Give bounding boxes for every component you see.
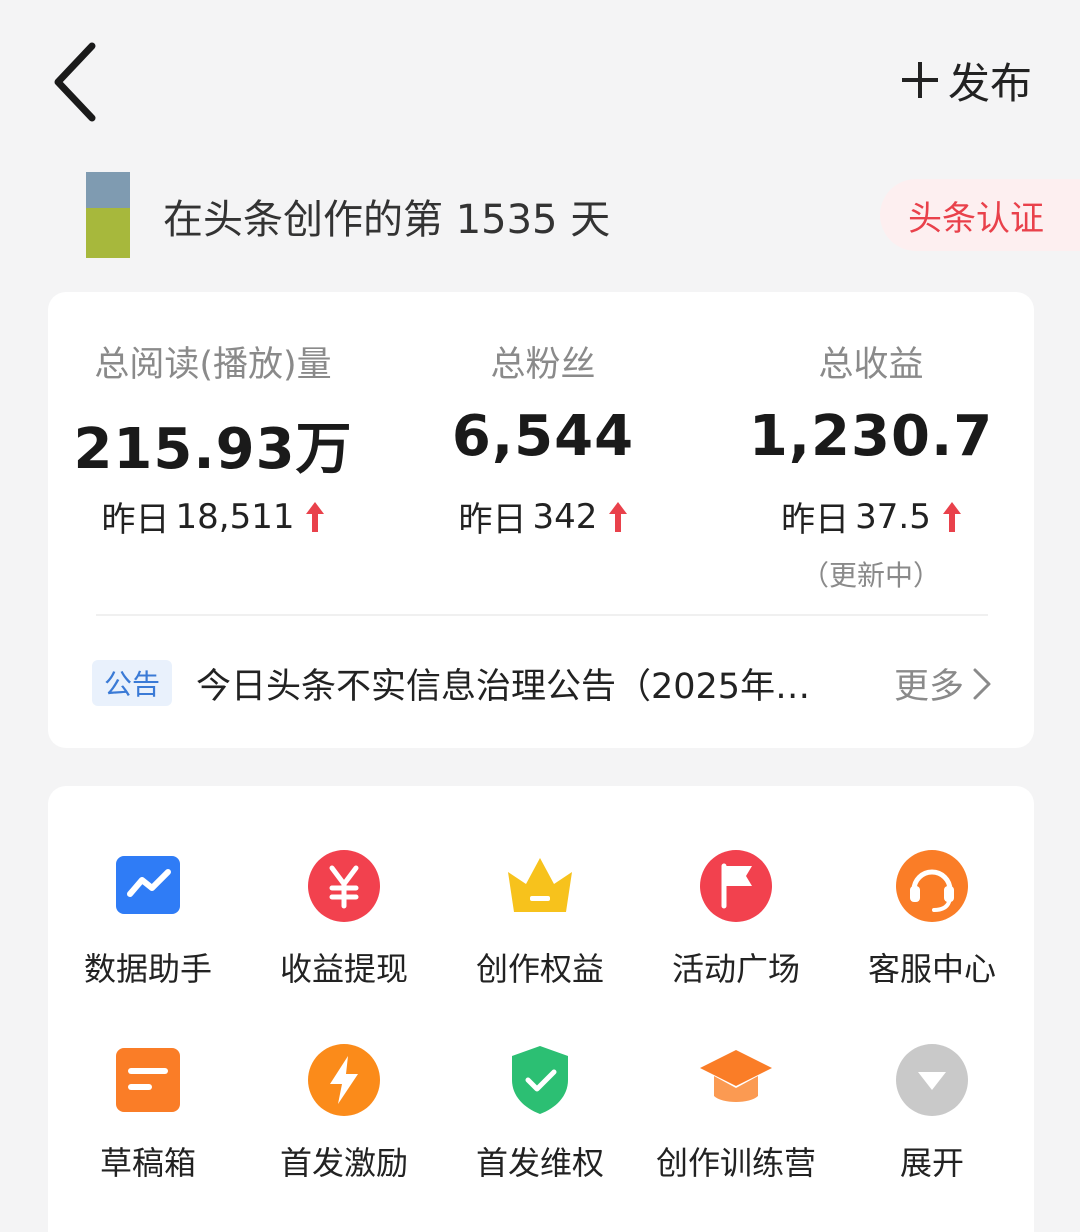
- stat-value: 215.93万: [73, 417, 353, 482]
- tool-creator-benefits[interactable]: 创作权益: [450, 848, 630, 998]
- tool-label: 客服中心: [867, 950, 996, 988]
- publish-label: 发布: [947, 58, 1032, 108]
- avatar[interactable]: [86, 172, 130, 258]
- more-label: 更多: [893, 667, 964, 707]
- tool-withdraw-earnings[interactable]: 收益提现: [254, 848, 434, 998]
- tool-label: 创作权益: [475, 950, 604, 988]
- yuan-icon: [308, 850, 380, 922]
- crown-icon: [508, 858, 572, 912]
- up-arrow-icon: [306, 501, 325, 532]
- draft-icon: [116, 1048, 180, 1112]
- stat-value: 1,230.7: [748, 404, 994, 469]
- notice-tag: 公告: [92, 660, 172, 706]
- tool-first-release-rights[interactable]: 首发维权: [450, 1042, 630, 1192]
- chart-icon: [116, 856, 180, 914]
- tool-data-assistant[interactable]: 数据助手: [58, 848, 238, 998]
- plus-icon: [901, 62, 938, 98]
- up-arrow-icon: [942, 501, 961, 532]
- notice-text[interactable]: 今日头条不实信息治理公告（2025年…: [196, 658, 846, 709]
- tool-activity-plaza[interactable]: 活动广场: [646, 848, 826, 998]
- graduation-cap-icon: [700, 1050, 772, 1102]
- stat-yesterday: 昨日 18,511: [48, 492, 378, 541]
- stat-yesterday: 昨日 37.5: [708, 492, 1034, 541]
- tool-first-release-incentive[interactable]: 首发激励: [254, 1042, 434, 1192]
- stat-yesterday: 昨日 342: [378, 492, 708, 541]
- tool-label: 创作训练营: [655, 1144, 816, 1182]
- top-bar: 发布: [0, 0, 1080, 160]
- tool-label: 数据助手: [83, 950, 212, 988]
- back-arrow-icon: [54, 42, 96, 122]
- expand-icon: [896, 1044, 968, 1116]
- tool-label: 草稿箱: [99, 1144, 196, 1182]
- yesterday-value: 18,511: [175, 496, 295, 537]
- flag-icon: [700, 850, 772, 922]
- shield-check-icon: [512, 1046, 568, 1114]
- headset-icon: [896, 850, 968, 922]
- yesterday-prefix: 昨日: [101, 500, 170, 540]
- cert-badge[interactable]: 头条认证: [880, 179, 1080, 251]
- updating-note: （更新中）: [800, 559, 941, 592]
- yesterday-value: 37.5: [855, 496, 931, 537]
- tool-creator-training-camp[interactable]: 创作训练营: [646, 1042, 826, 1192]
- tool-label: 收益提现: [279, 950, 408, 988]
- yesterday-prefix: 昨日: [458, 500, 527, 540]
- yesterday-value: 342: [532, 496, 598, 537]
- tool-label: 活动广场: [671, 950, 800, 988]
- stat-label: 总阅读(播放)量: [94, 345, 332, 385]
- tools-card: 数据助手 收益提现 创作权益 活动广场 客服中心 草稿箱 首发激励 首发维权 创…: [48, 786, 1034, 1232]
- notice-more-link[interactable]: 更多: [894, 658, 992, 709]
- notice-row[interactable]: 公告 今日头条不实信息治理公告（2025年… 更多: [92, 656, 992, 712]
- chevron-right-icon: [973, 668, 991, 699]
- lightning-icon: [308, 1044, 380, 1116]
- tool-label: 首发激励: [279, 1144, 408, 1182]
- tool-label: 首发维权: [475, 1144, 604, 1182]
- back-button[interactable]: [48, 40, 108, 124]
- tool-expand[interactable]: 展开: [842, 1042, 1022, 1192]
- divider: [96, 614, 988, 616]
- tool-customer-service[interactable]: 客服中心: [842, 848, 1022, 998]
- stat-label: 总粉丝: [490, 345, 596, 385]
- tool-drafts[interactable]: 草稿箱: [58, 1042, 238, 1192]
- yesterday-prefix: 昨日: [781, 500, 850, 540]
- creator-days-text: 在头条创作的第 1535 天: [163, 197, 611, 243]
- stat-label: 总收益: [818, 345, 924, 385]
- creator-row: 在头条创作的第 1535 天 头条认证: [0, 165, 1080, 265]
- tool-label: 展开: [899, 1144, 964, 1182]
- stat-value: 6,544: [451, 404, 635, 469]
- stats-card: 总阅读(播放)量 215.93万 昨日 18,511 总粉丝 6,544 昨日 …: [48, 292, 1034, 748]
- up-arrow-icon: [609, 501, 628, 532]
- publish-button[interactable]: 发布: [901, 50, 1032, 110]
